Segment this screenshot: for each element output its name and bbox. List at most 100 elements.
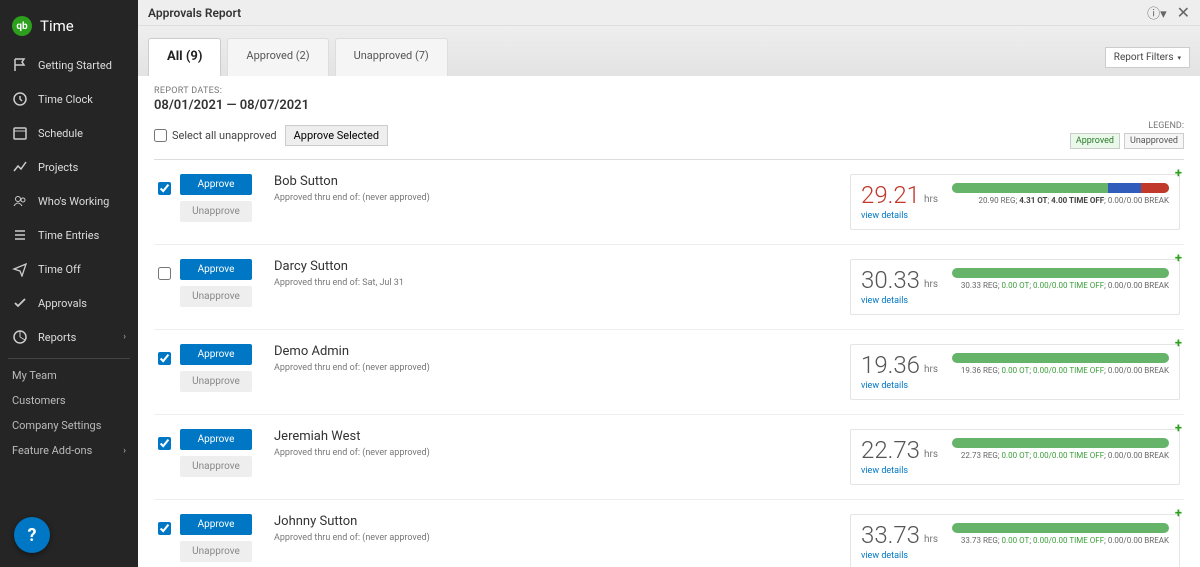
hours-summary: 29.21hrsview details20.90 REG; 4.31 OT; … [850,174,1180,230]
sidebar-item-schedule[interactable]: Schedule [0,116,138,150]
hours-summary: 30.33hrsview details30.33 REG; 0.00 OT; … [850,259,1180,315]
hours-bar [952,438,1169,448]
clock-icon [12,91,28,107]
sidebar-separator [8,358,130,359]
brand-name: Time [40,17,74,35]
approve-button[interactable]: Approve [180,174,252,195]
add-icon[interactable]: + [1175,166,1182,181]
main-panel: Approvals Report ⓘ▾ ✕ All (9)Approved (2… [138,0,1200,567]
close-icon[interactable]: ✕ [1177,3,1190,22]
sidebar: qb Time Getting Started Time Clock Schedul… [0,0,138,567]
view-details-link[interactable]: view details [861,211,938,221]
sidebar-item-label: Who's Working [38,195,109,208]
row-checkbox[interactable] [158,182,171,195]
secondary-link-feature-add-ons[interactable]: Feature Add-ons› [0,438,138,463]
hours-summary: 22.73hrsview details22.73 REG; 0.00 OT; … [850,429,1180,485]
page-title: Approvals Report [148,6,241,20]
approve-button[interactable]: Approve [180,259,252,280]
sidebar-item-projects[interactable]: Projects [0,150,138,184]
secondary-nav: My TeamCustomersCompany SettingsFeature … [0,363,138,463]
sidebar-item-time-clock[interactable]: Time Clock [0,82,138,116]
row-checkbox[interactable] [158,437,171,450]
sidebar-item-reports[interactable]: Reports› [0,320,138,354]
view-details-link[interactable]: view details [861,551,938,561]
total-hours: 19.36 [861,351,920,379]
approval-row: ApproveUnapproveDarcy SuttonApproved thr… [154,245,1184,330]
tab-approved[interactable]: Approved (2) [227,38,328,76]
approval-row: Approve Unapprove Bob Sutton Approved thru … [154,160,1184,245]
unapprove-button[interactable]: Unapprove [180,201,252,222]
chevron-right-icon: › [123,446,126,456]
help-icon[interactable]: ⓘ▾ [1147,3,1167,22]
unapprove-button[interactable]: Unapprove [180,541,252,562]
tab-all[interactable]: All (9) [148,38,221,76]
list-icon [12,227,28,243]
row-checkbox[interactable] [158,267,171,280]
check-icon [12,295,28,311]
approval-row: ApproveUnapproveJohnny SuttonApproved th… [154,500,1184,567]
hours-breakdown: 20.90 REG; 4.31 OT; 4.00 TIME OFF; 0.00/… [952,196,1169,205]
row-checkbox[interactable] [158,522,171,535]
brand: qb Time [0,0,138,48]
sidebar-item-label: Approvals [38,297,87,310]
hours-bar [952,183,1169,193]
hours-breakdown: 19.36 REG; 0.00 OT; 0.00/0.00 TIME OFF; … [952,366,1169,375]
help-fab-button[interactable]: ? [14,517,50,553]
hours-breakdown: 33.73 REG; 0.00 OT; 0.00/0.00 TIME OFF; … [952,536,1169,545]
secondary-link-my-team[interactable]: My Team [0,363,138,388]
total-hours: 22.73 [861,436,920,464]
person-name: Jeremiah West [274,429,850,444]
sidebar-item-getting-started[interactable]: Getting Started [0,48,138,82]
sidebar-item-time-off[interactable]: Time Off [0,252,138,286]
sidebar-item-label: Getting Started [38,59,112,72]
unapprove-button[interactable]: Unapprove [180,456,252,477]
total-hours: 29.21 [861,181,920,209]
person-name: Darcy Sutton [274,259,850,274]
person-name: Demo Admin [274,344,850,359]
approval-row: Approve Unapprove Demo Admin Approved thru … [154,330,1184,415]
sidebar-item-approvals[interactable]: Approvals [0,286,138,320]
secondary-link-customers[interactable]: Customers [0,388,138,413]
approval-status: Approved thru end of: (never approved) [274,193,850,203]
secondary-link-company-settings[interactable]: Company Settings [0,413,138,438]
total-hours: 33.73 [861,521,920,549]
select-all-unapproved-checkbox[interactable]: Select all unapproved [154,129,277,142]
approve-selected-button[interactable]: Approve Selected [285,125,388,146]
add-icon[interactable]: + [1175,421,1182,436]
add-icon[interactable]: + [1175,336,1182,351]
person-name: Bob Sutton [274,174,850,189]
view-details-link[interactable]: view details [861,466,938,476]
legend-approved: Approved [1070,133,1120,149]
view-details-link[interactable]: view details [861,296,938,306]
view-details-link[interactable]: view details [861,381,938,391]
sidebar-item-time-entries[interactable]: Time Entries [0,218,138,252]
brand-logo-icon: qb [12,16,32,36]
hours-breakdown: 30.33 REG; 0.00 OT; 0.00/0.00 TIME OFF; … [952,281,1169,290]
report-filters-button[interactable]: Report Filters▾ [1105,47,1190,68]
approve-button[interactable]: Approve [180,429,252,450]
chevron-down-icon: ▾ [1177,54,1181,62]
chevron-right-icon: › [123,332,126,342]
approve-button[interactable]: Approve [180,344,252,365]
sidebar-item-label: Schedule [38,127,83,140]
approve-button[interactable]: Approve [180,514,252,535]
report-dates-value: 08/01/2021 — 08/07/2021 [154,98,1184,113]
hours-breakdown: 22.73 REG; 0.00 OT; 0.00/0.00 TIME OFF; … [952,451,1169,460]
tabs: All (9)Approved (2)Unapproved (7) [148,38,448,76]
sidebar-item-who-s-working[interactable]: Who's Working [0,184,138,218]
sidebar-item-label: Time Entries [38,229,99,242]
content: REPORT DATES: 08/01/2021 — 08/07/2021 Se… [138,76,1200,567]
row-checkbox[interactable] [158,352,171,365]
unapprove-button[interactable]: Unapprove [180,371,252,392]
tab-unapproved[interactable]: Unapproved (7) [335,38,448,76]
approval-status: Approved thru end of: (never approved) [274,363,850,373]
approval-status: Approved thru end of: (never approved) [274,448,850,458]
add-icon[interactable]: + [1175,251,1182,266]
calendar-icon [12,125,28,141]
titlebar: Approvals Report ⓘ▾ ✕ [138,0,1200,26]
approval-row: Approve Unapprove Jeremiah West Approved th… [154,415,1184,500]
plane-icon [12,261,28,277]
unapprove-button[interactable]: Unapprove [180,286,252,307]
add-icon[interactable]: + [1175,506,1182,521]
legend-unapproved: Unapproved [1124,133,1184,149]
